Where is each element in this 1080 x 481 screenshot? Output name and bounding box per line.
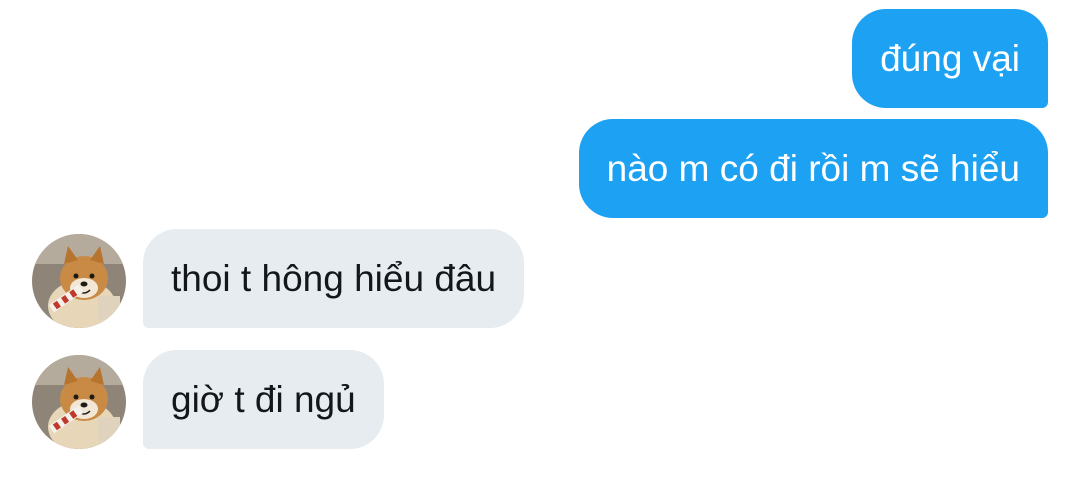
outgoing-message-bubble[interactable]: đúng vại [852, 9, 1048, 108]
incoming-message-bubble[interactable]: giờ t đi ngủ [143, 350, 384, 449]
message-text: thoi t hông hiểu đâu [171, 258, 497, 299]
message-text: nào m có đi rồi m sẽ hiểu [606, 148, 1020, 189]
message-text: đúng vại [880, 38, 1020, 79]
shiba-dog-avatar-image [32, 355, 126, 449]
chat-thread: đúng vại nào m có đi rồi m sẽ hiểu thoi … [0, 0, 1080, 481]
sender-avatar[interactable] [32, 355, 126, 449]
incoming-message-bubble[interactable]: thoi t hông hiểu đâu [143, 229, 525, 328]
shiba-dog-avatar-image [32, 234, 126, 328]
message-text: giờ t đi ngủ [171, 379, 356, 420]
outgoing-message-bubble[interactable]: nào m có đi rồi m sẽ hiểu [578, 119, 1048, 218]
sender-avatar[interactable] [32, 234, 126, 328]
